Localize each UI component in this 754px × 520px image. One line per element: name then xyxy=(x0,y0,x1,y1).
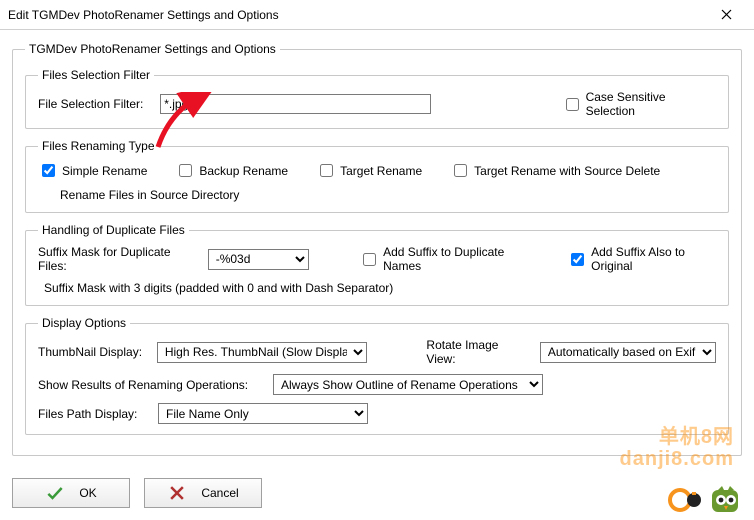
add-suffix-label: Add Suffix to Duplicate Names xyxy=(383,245,530,273)
target-rename-checkbox[interactable]: Target Rename xyxy=(316,161,422,180)
simple-rename-checkbox[interactable]: Simple Rename xyxy=(38,161,147,180)
close-button[interactable] xyxy=(706,1,746,29)
add-suffix-original-box[interactable] xyxy=(571,253,584,266)
rename-type-note: Rename Files in Source Directory xyxy=(60,188,716,202)
filter-input[interactable] xyxy=(160,94,431,114)
backup-rename-label: Backup Rename xyxy=(199,164,288,178)
results-label: Show Results of Renaming Operations: xyxy=(38,378,263,392)
add-suffix-original-checkbox[interactable]: Add Suffix Also to Original xyxy=(567,245,716,273)
owl-logo-icon xyxy=(710,484,740,514)
add-suffix-original-label: Add Suffix Also to Original xyxy=(591,245,716,273)
target-rename-delete-checkbox[interactable]: Target Rename with Source Delete xyxy=(450,161,660,180)
duplicates-group: Handling of Duplicate Files Suffix Mask … xyxy=(25,223,729,306)
backup-rename-checkbox[interactable]: Backup Rename xyxy=(175,161,288,180)
path-label: Files Path Display: xyxy=(38,407,148,421)
results-select[interactable]: Always Show Outline of Rename Operations xyxy=(273,374,543,395)
rotate-select[interactable]: Automatically based on Exif xyxy=(540,342,716,363)
cancel-icon xyxy=(167,483,187,503)
filter-legend: Files Selection Filter xyxy=(38,68,154,82)
rotate-label: Rotate Image View: xyxy=(426,338,529,366)
cancel-button-label: Cancel xyxy=(201,486,238,500)
corner-logos xyxy=(668,484,740,514)
target-rename-label: Target Rename xyxy=(340,164,422,178)
case-sensitive-checkbox[interactable]: Case Sensitive Selection xyxy=(562,90,716,118)
target-rename-box[interactable] xyxy=(320,164,333,177)
display-options-group: Display Options ThumbNail Display: High … xyxy=(25,316,729,435)
duplicates-legend: Handling of Duplicate Files xyxy=(38,223,189,237)
simple-rename-label: Simple Rename xyxy=(62,164,147,178)
suffix-mask-label: Suffix Mask for Duplicate Files: xyxy=(38,245,194,273)
filter-group: Files Selection Filter File Selection Fi… xyxy=(25,68,729,129)
thumb-label: ThumbNail Display: xyxy=(38,345,147,359)
add-suffix-box[interactable] xyxy=(363,253,376,266)
suffix-mask-note: Suffix Mask with 3 digits (padded with 0… xyxy=(44,281,716,295)
thumb-select[interactable]: High Res. ThumbNail (Slow Display xyxy=(157,342,367,363)
case-sensitive-label: Case Sensitive Selection xyxy=(586,90,716,118)
case-sensitive-box[interactable] xyxy=(566,98,579,111)
check-icon xyxy=(45,483,65,503)
outer-group: TGMDev PhotoRenamer Settings and Options… xyxy=(12,42,742,456)
cancel-button[interactable]: Cancel xyxy=(144,478,262,508)
filter-label: File Selection Filter: xyxy=(38,97,154,111)
ok-button-label: OK xyxy=(79,486,96,500)
window-title: Edit TGMDev PhotoRenamer Settings and Op… xyxy=(8,8,706,22)
target-rename-delete-label: Target Rename with Source Delete xyxy=(474,164,660,178)
add-suffix-checkbox[interactable]: Add Suffix to Duplicate Names xyxy=(359,245,530,273)
rename-type-group: Files Renaming Type Simple Rename Backup… xyxy=(25,139,729,213)
backup-rename-box[interactable] xyxy=(179,164,192,177)
titlebar: Edit TGMDev PhotoRenamer Settings and Op… xyxy=(0,0,754,30)
ok-button[interactable]: OK xyxy=(12,478,130,508)
camera-logo-icon xyxy=(668,486,704,514)
path-select[interactable]: File Name Only xyxy=(158,403,368,424)
outer-group-legend: TGMDev PhotoRenamer Settings and Options xyxy=(25,42,280,56)
target-rename-delete-box[interactable] xyxy=(454,164,467,177)
rename-type-legend: Files Renaming Type xyxy=(38,139,159,153)
display-options-legend: Display Options xyxy=(38,316,130,330)
simple-rename-box[interactable] xyxy=(42,164,55,177)
suffix-mask-select[interactable]: -%03d xyxy=(208,249,309,270)
close-icon xyxy=(721,9,732,20)
